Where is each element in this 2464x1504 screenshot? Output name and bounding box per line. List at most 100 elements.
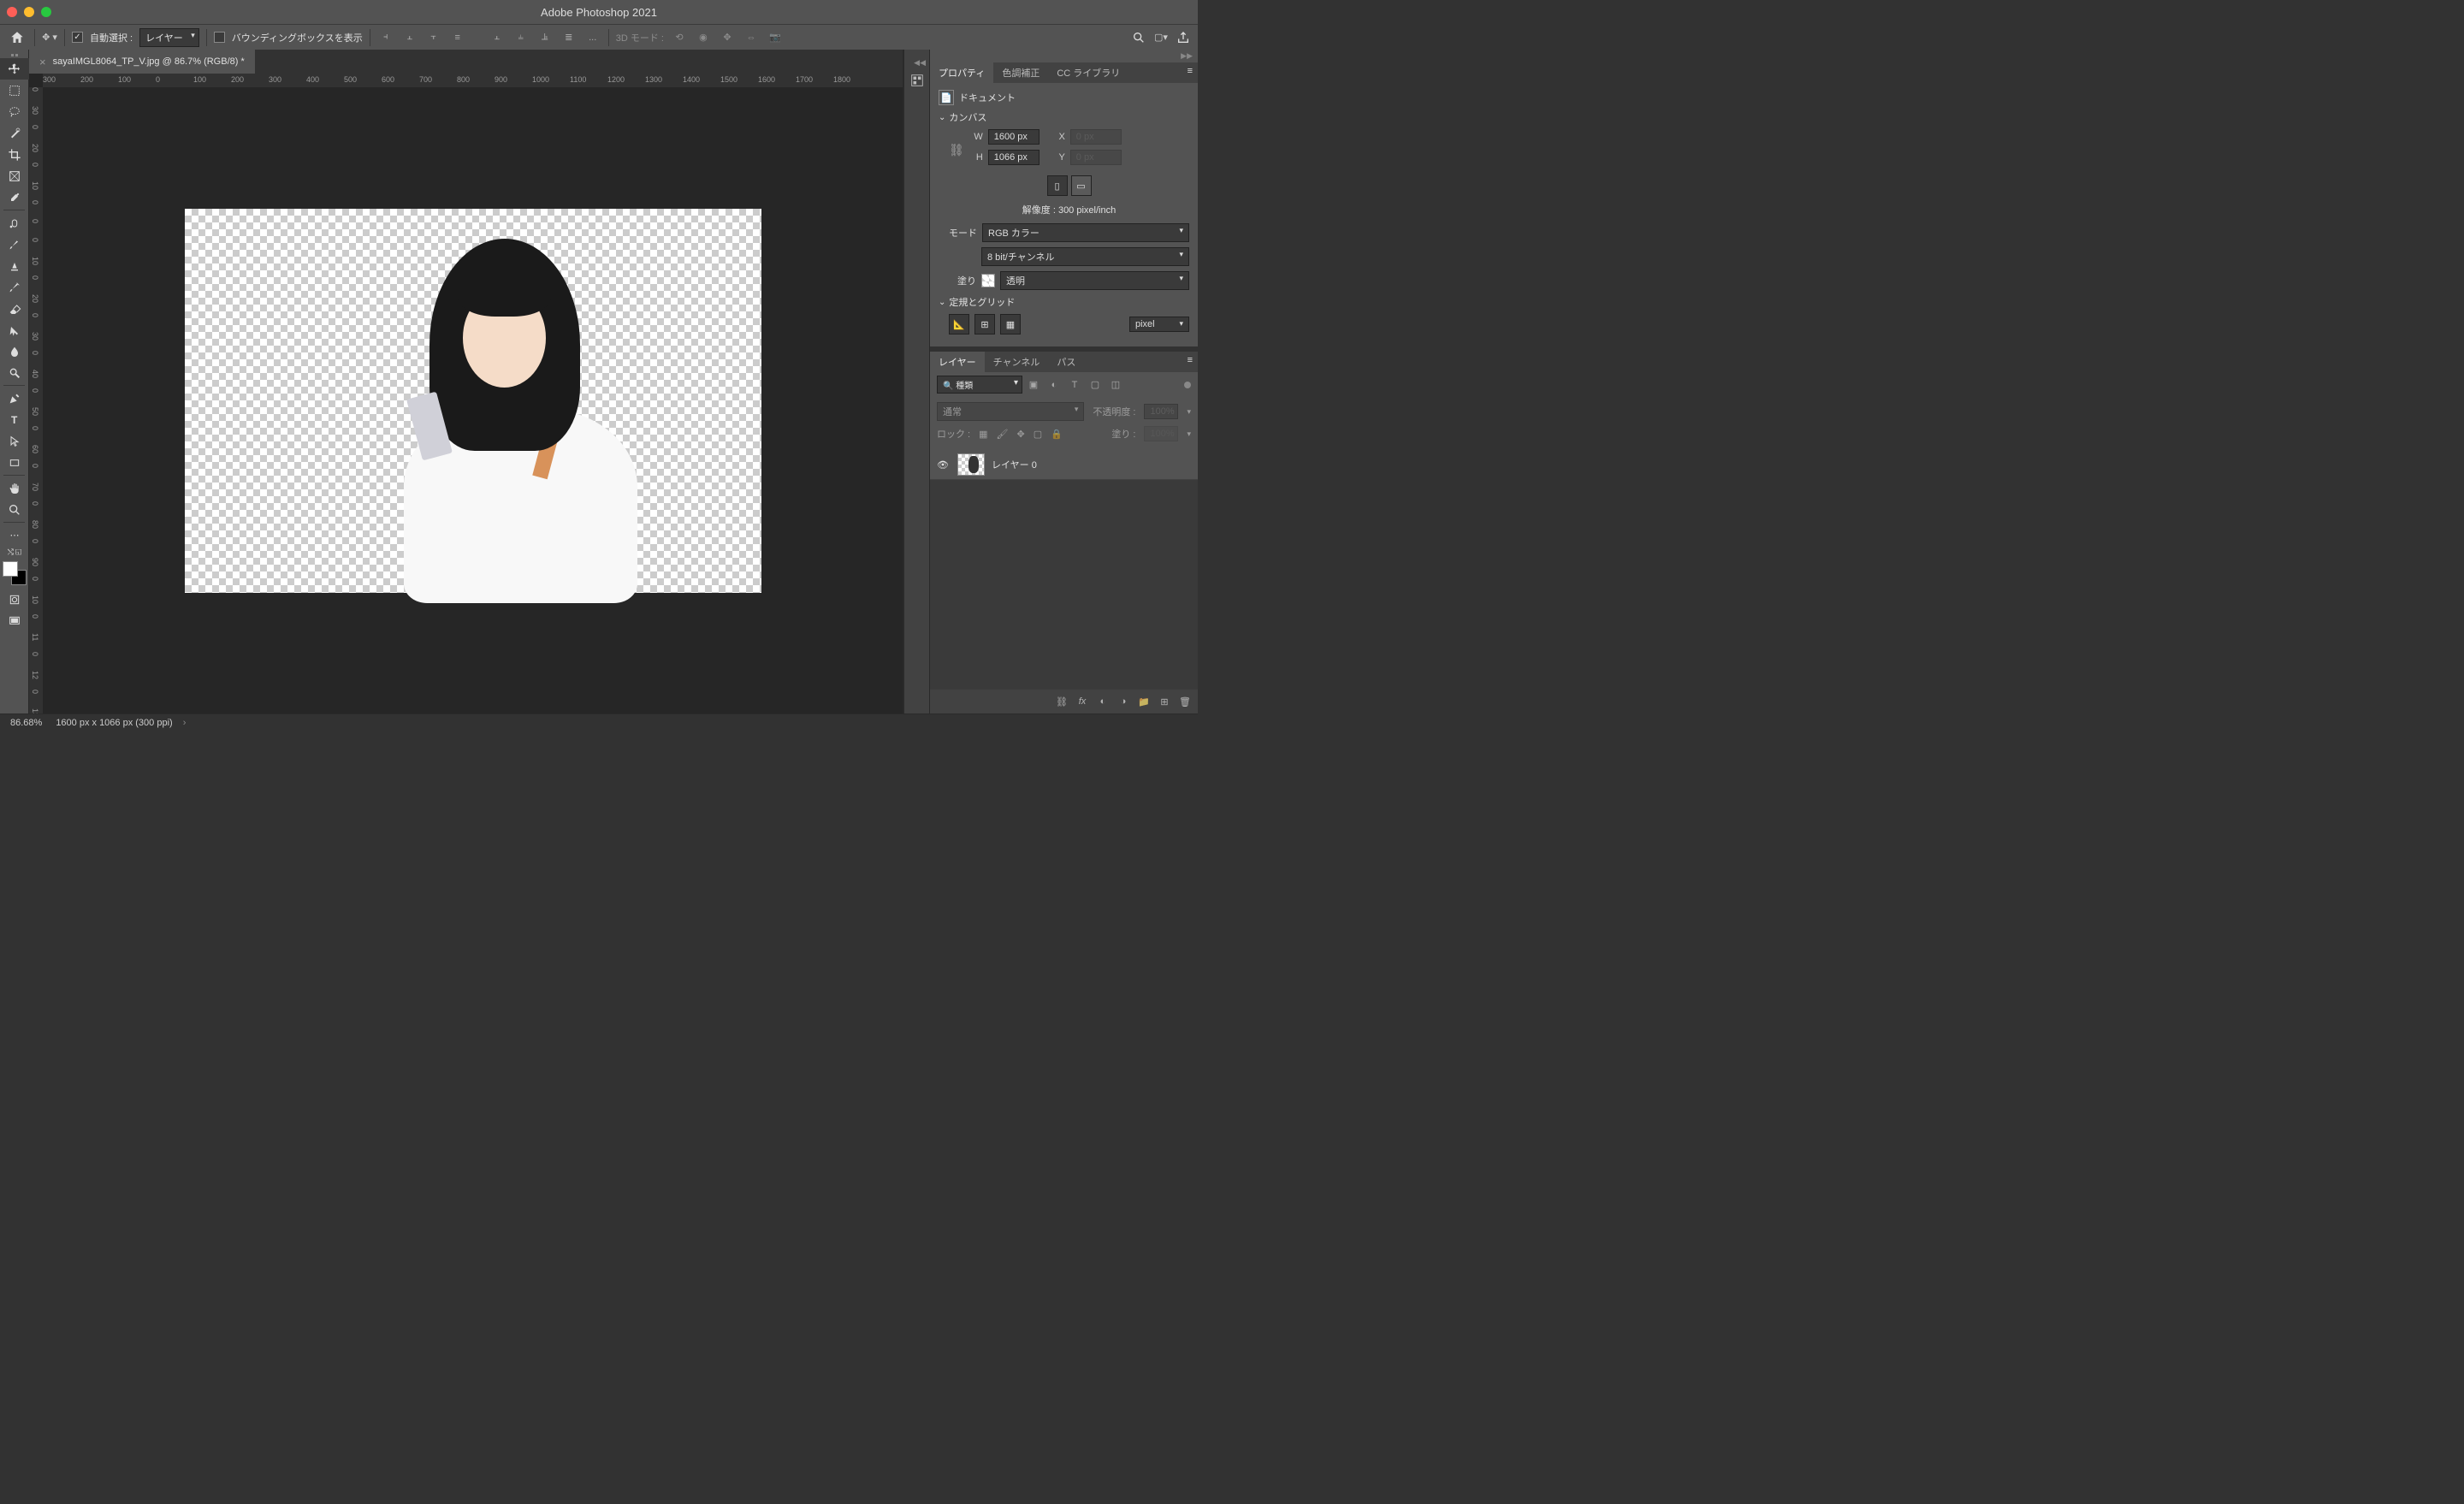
expand-dock-icon[interactable]: ◀◀	[904, 56, 929, 69]
workspace-switcher-icon[interactable]: ▢▾	[1153, 30, 1169, 45]
align-spread-icon[interactable]: ≡	[449, 29, 466, 46]
tab-cc-libraries[interactable]: CC ライブラリ	[1048, 62, 1128, 83]
canvas-section-header[interactable]: カンバス	[939, 110, 1189, 124]
height-input[interactable]	[988, 150, 1040, 165]
align-bottom-icon[interactable]: ⫡	[536, 29, 554, 46]
align-center-h-icon[interactable]: ⫠	[401, 29, 418, 46]
zoom-level[interactable]: 86.68%	[10, 718, 42, 728]
hand-tool[interactable]	[0, 477, 29, 499]
fill-stepper-icon[interactable]: ▾	[1187, 429, 1191, 439]
horizontal-ruler[interactable]: 3002001000100200300400500600700800900100…	[43, 74, 903, 87]
opacity-input[interactable]: 100%	[1144, 404, 1178, 419]
bit-depth-select[interactable]: 8 bit/チャンネル	[981, 247, 1189, 266]
link-layers-icon[interactable]: ⛓	[1056, 696, 1068, 708]
auto-select-checkbox[interactable]	[72, 32, 83, 43]
lock-transparency-icon[interactable]: ▦	[979, 429, 987, 440]
tab-adjustments[interactable]: 色調補正	[993, 62, 1048, 83]
tab-channels[interactable]: チャンネル	[985, 352, 1049, 372]
tab-layers[interactable]: レイヤー	[930, 352, 985, 372]
layer-fill-input[interactable]: 100%	[1144, 426, 1178, 441]
canvas-viewport[interactable]	[43, 87, 903, 714]
history-brush-tool[interactable]	[0, 276, 29, 298]
ruler-toggle-button[interactable]: 📐	[949, 314, 969, 335]
align-left-icon[interactable]: ⫞	[377, 29, 394, 46]
panel-menu-icon[interactable]: ≡	[1182, 62, 1198, 83]
filter-shape-icon[interactable]: ▢	[1089, 379, 1101, 391]
rectangle-tool[interactable]	[0, 452, 29, 473]
fill-swatch[interactable]	[981, 274, 995, 287]
frame-tool[interactable]	[0, 165, 29, 187]
dock-panel-icon[interactable]	[904, 69, 930, 92]
unit-select[interactable]: pixel	[1129, 317, 1189, 332]
close-tab-icon[interactable]: ×	[39, 56, 46, 68]
filter-adjustment-icon[interactable]: ◐	[1048, 379, 1060, 391]
color-swatch[interactable]	[3, 561, 27, 585]
adjustment-layer-icon[interactable]: ◑	[1117, 696, 1129, 708]
canvas[interactable]	[185, 209, 761, 593]
more-options-icon[interactable]: ...	[584, 29, 601, 46]
crop-tool[interactable]	[0, 144, 29, 165]
width-input[interactable]	[988, 129, 1040, 145]
lasso-tool[interactable]	[0, 101, 29, 122]
zoom-tool[interactable]	[0, 499, 29, 520]
type-tool[interactable]: T	[0, 409, 29, 430]
blend-mode-select[interactable]: 通常	[937, 402, 1084, 421]
pen-tool[interactable]	[0, 388, 29, 409]
document-tab[interactable]: × sayaIMGL8064_TP_V.jpg @ 86.7% (RGB/8) …	[29, 50, 255, 74]
screen-mode-icon[interactable]	[0, 610, 29, 631]
document-dimensions[interactable]: 1600 px x 1066 px (300 ppi)	[56, 718, 186, 728]
lock-artboard-icon[interactable]: ▢	[1034, 429, 1042, 440]
marquee-tool[interactable]	[0, 80, 29, 101]
layer-filter-select[interactable]: 🔍 種類	[937, 376, 1022, 394]
panel-menu-icon[interactable]: ≡	[1182, 352, 1198, 372]
layer-name[interactable]: レイヤー 0	[992, 458, 1037, 471]
collapse-panels-icon[interactable]: ▶▶	[930, 50, 1198, 62]
healing-brush-tool[interactable]	[0, 212, 29, 234]
layer-mask-icon[interactable]: ◐	[1097, 696, 1109, 708]
delete-layer-icon[interactable]: 🗑	[1179, 696, 1191, 708]
rulers-section-header[interactable]: 定規とグリッド	[939, 295, 1189, 309]
align-top-icon[interactable]: ⫠	[489, 29, 506, 46]
vertical-ruler[interactable]: 0300200100001002003004005006007008009001…	[29, 87, 43, 714]
align-middle-icon[interactable]: ⫨	[512, 29, 530, 46]
portrait-orientation-button[interactable]: ▯	[1047, 175, 1068, 196]
quick-mask-icon[interactable]	[0, 589, 29, 610]
lock-all-icon[interactable]: 🔒	[1051, 429, 1063, 440]
fill-select[interactable]: 透明	[1000, 271, 1189, 290]
new-layer-icon[interactable]: ⊞	[1158, 696, 1170, 708]
opacity-stepper-icon[interactable]: ▾	[1187, 407, 1191, 417]
home-button[interactable]	[7, 27, 27, 48]
auto-select-dropdown[interactable]: レイヤー	[139, 28, 199, 47]
layer-group-icon[interactable]: 📁	[1138, 696, 1150, 708]
minimize-window-button[interactable]	[24, 7, 34, 17]
layer-list[interactable]: 👁 レイヤー 0	[930, 450, 1198, 690]
clone-stamp-tool[interactable]	[0, 255, 29, 276]
close-window-button[interactable]	[7, 7, 17, 17]
maximize-window-button[interactable]	[41, 7, 51, 17]
layer-thumbnail[interactable]	[957, 453, 985, 476]
gradient-tool[interactable]	[0, 319, 29, 340]
color-mode-select[interactable]: RGB カラー	[982, 223, 1189, 242]
share-icon[interactable]	[1176, 30, 1191, 45]
tab-paths[interactable]: パス	[1048, 352, 1084, 372]
eyedropper-tool[interactable]	[0, 187, 29, 208]
bounding-box-checkbox[interactable]	[214, 32, 225, 43]
move-tool[interactable]	[0, 58, 29, 80]
landscape-orientation-button[interactable]: ▭	[1071, 175, 1092, 196]
search-icon[interactable]	[1131, 30, 1146, 45]
swap-colors-icon[interactable]: ⤭ ◱	[0, 546, 29, 558]
magic-wand-tool[interactable]	[0, 122, 29, 144]
path-selection-tool[interactable]	[0, 430, 29, 452]
align-right-icon[interactable]: ⫟	[425, 29, 442, 46]
filter-toggle-icon[interactable]	[1184, 382, 1191, 388]
layer-style-icon[interactable]: fx	[1076, 696, 1088, 708]
filter-pixel-icon[interactable]: ▣	[1028, 379, 1040, 391]
layer-visibility-icon[interactable]: 👁	[937, 459, 951, 471]
filter-type-icon[interactable]: T	[1069, 379, 1081, 391]
panel-grip[interactable]	[0, 51, 28, 58]
filter-smartobj-icon[interactable]: ◫	[1110, 379, 1122, 391]
brush-tool[interactable]	[0, 234, 29, 255]
guides-toggle-button[interactable]: ▦	[1000, 314, 1021, 335]
grid-toggle-button[interactable]: ⊞	[974, 314, 995, 335]
eraser-tool[interactable]	[0, 298, 29, 319]
